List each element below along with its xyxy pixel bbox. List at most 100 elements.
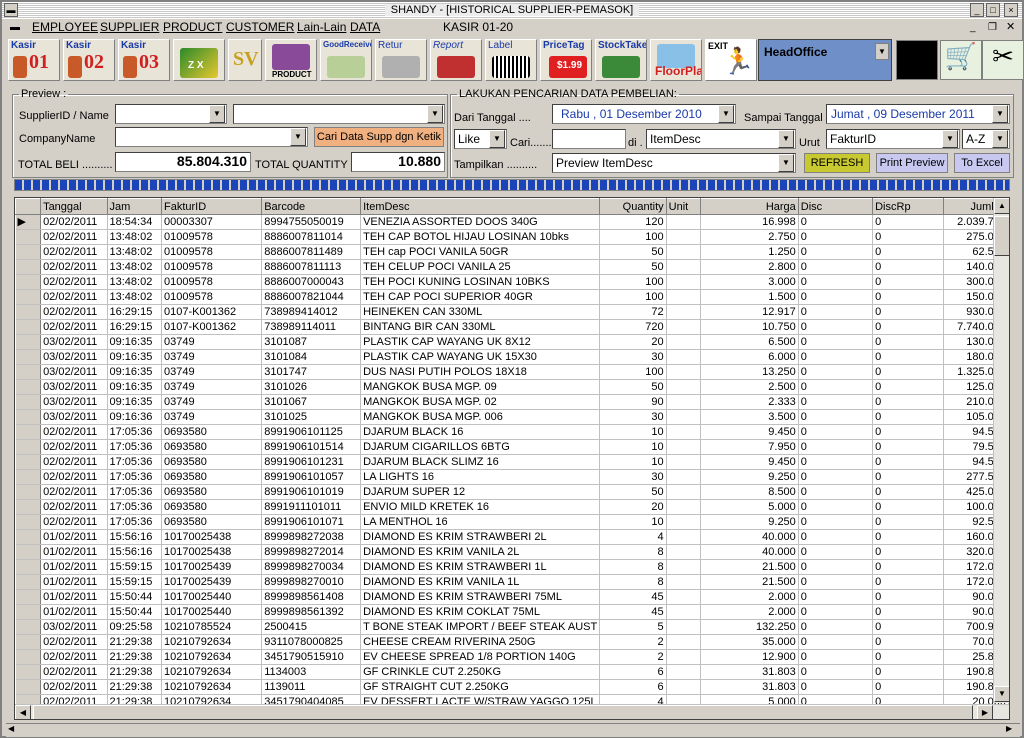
price-tag-button[interactable]: PriceTag $1.99 <box>540 39 592 81</box>
table-row[interactable]: 02/02/2011 16:29:15 0107-K001362 7389891140… <box>15 319 1009 335</box>
table-row[interactable]: 03/02/2011 09:16:35 03749 3101067 MANGKOK BU… <box>15 394 1009 410</box>
menu-lain-lain[interactable]: Lain-Lain <box>297 19 346 36</box>
scroll-right-icon[interactable]: ▶ <box>977 705 993 719</box>
sampai-tanggal-picker[interactable]: Jumat , 09 Desember 2011 <box>826 104 1010 124</box>
table-row[interactable]: 02/02/2011 13:48:02 01009578 8886007811014 T… <box>15 229 1009 245</box>
retur-button[interactable]: Retur <box>375 39 427 81</box>
row-indicator[interactable] <box>15 439 42 455</box>
chevron-down-icon[interactable]: ▼ <box>427 105 443 123</box>
chevron-down-icon[interactable]: ▼ <box>875 43 889 60</box>
mdi-restore-icon[interactable]: ❐ <box>988 19 997 36</box>
minimize-icon[interactable]: _ <box>970 3 984 17</box>
scroll-left-icon[interactable]: ◀ <box>8 724 14 733</box>
row-indicator[interactable] <box>15 514 42 530</box>
table-row[interactable]: 02/02/2011 13:48:02 01009578 8886007811113 T… <box>15 259 1009 275</box>
row-indicator[interactable] <box>15 544 42 560</box>
refresh-button[interactable]: REFRESH <box>804 153 870 173</box>
table-row[interactable]: 02/02/2011 21:29:38 10210792634 34517905159… <box>15 649 1009 665</box>
cart-add-icon[interactable]: 🛒 <box>940 40 982 80</box>
sort-field-select[interactable]: FakturID <box>826 129 960 149</box>
column-header-itemdesc[interactable]: ItemDesc <box>360 198 601 215</box>
good-received-button[interactable]: GoodReceived <box>320 39 372 81</box>
column-header-jam[interactable]: Jam <box>106 198 162 215</box>
row-indicator[interactable] <box>15 574 42 590</box>
scroll-thumb[interactable] <box>994 216 1009 256</box>
row-indicator[interactable] <box>15 454 42 470</box>
table-row[interactable]: 01/02/2011 15:50:44 10170025440 89998985613… <box>15 604 1009 620</box>
maximize-icon[interactable]: □ <box>986 3 1000 17</box>
chevron-down-icon[interactable]: ▼ <box>992 130 1008 148</box>
horizontal-scrollbar[interactable]: ◀ ▶ <box>15 704 1009 719</box>
row-indicator[interactable] <box>15 319 42 335</box>
tools-icon[interactable]: ✂ <box>982 40 1024 80</box>
row-indicator[interactable] <box>15 679 42 695</box>
table-row[interactable]: ▶ 02/02/2011 18:54:34 00003307 8994755050019… <box>15 214 1009 230</box>
cari-input[interactable] <box>552 129 626 149</box>
table-row[interactable]: 03/02/2011 09:16:36 03749 3101025 MANGKOK BU… <box>15 409 1009 425</box>
row-indicator[interactable] <box>15 334 42 350</box>
search-field-select[interactable]: ItemDesc <box>646 129 796 149</box>
floor-plan-button[interactable]: FloorPlan <box>650 39 702 81</box>
window-scrollbar[interactable]: ◀ ▶ <box>6 723 1020 737</box>
chevron-down-icon[interactable]: ▼ <box>290 128 306 146</box>
tampilkan-select[interactable]: Preview ItemDesc <box>552 153 796 173</box>
table-row[interactable]: 02/02/2011 17:05:36 0693580 8991906101125 DJ… <box>15 424 1009 440</box>
purchase-grid[interactable]: Tanggal Jam FakturID Barcode ItemDesc Quantit… <box>14 197 1010 720</box>
chevron-down-icon[interactable]: ▼ <box>942 130 958 148</box>
table-row[interactable]: 02/02/2011 17:05:36 0693580 8991906101057 LA… <box>15 469 1009 485</box>
scroll-right-icon[interactable]: ▶ <box>1006 724 1012 733</box>
branch-selector[interactable]: HeadOffice ▼ <box>758 39 892 81</box>
row-indicator[interactable] <box>15 274 42 290</box>
row-indicator[interactable] <box>15 484 42 500</box>
table-row[interactable]: 02/02/2011 17:05:36 0693580 8991911101011 EN… <box>15 499 1009 515</box>
row-indicator[interactable] <box>15 349 42 365</box>
row-indicator[interactable] <box>15 244 42 260</box>
scroll-up-icon[interactable]: ▲ <box>994 198 1009 214</box>
table-row[interactable]: 01/02/2011 15:59:15 10170025439 89998982700… <box>15 574 1009 590</box>
row-indicator[interactable] <box>15 259 42 275</box>
table-row[interactable]: 02/02/2011 17:05:36 0693580 8991906101071 LA… <box>15 514 1009 530</box>
table-row[interactable]: 02/02/2011 17:05:36 0693580 8991906101231 DJ… <box>15 454 1009 470</box>
column-header-barcode[interactable]: Barcode <box>261 198 362 215</box>
dari-tanggal-picker[interactable]: Rabu , 01 Desember 2010 <box>552 104 736 124</box>
row-indicator[interactable] <box>15 649 42 665</box>
table-row[interactable]: 02/02/2011 21:29:38 10210792634 93110780008… <box>15 634 1009 650</box>
table-row[interactable]: 02/02/2011 13:48:02 01009578 8886007821044 T… <box>15 289 1009 305</box>
row-indicator[interactable] <box>15 364 42 380</box>
product-button[interactable]: PRODUCT <box>265 39 317 81</box>
supplier-name-input[interactable] <box>233 104 445 124</box>
exit-button[interactable]: EXIT 🏃 <box>705 39 757 81</box>
menu-product[interactable]: PRODUCT <box>163 19 222 36</box>
column-header-disc[interactable]: Disc <box>797 198 874 215</box>
row-indicator[interactable] <box>15 469 42 485</box>
print-preview-button[interactable]: Print Preview <box>876 153 948 173</box>
chevron-down-icon[interactable]: ▼ <box>778 130 794 148</box>
row-indicator[interactable] <box>15 229 42 245</box>
table-row[interactable]: 03/02/2011 09:16:35 03749 3101087 PLASTIK CA… <box>15 334 1009 350</box>
close-icon[interactable]: × <box>1004 3 1018 17</box>
table-row[interactable]: 02/02/2011 13:48:02 01009578 8886007000043 T… <box>15 274 1009 290</box>
to-excel-button[interactable]: To Excel <box>954 153 1010 173</box>
column-header-harga[interactable]: Harga <box>699 198 799 215</box>
row-indicator[interactable] <box>15 529 42 545</box>
row-indicator[interactable]: ▶ <box>15 214 42 230</box>
kasir-03-button[interactable]: Kasir 03 <box>118 39 170 81</box>
chevron-down-icon[interactable]: ▼ <box>992 105 1008 123</box>
row-indicator[interactable] <box>15 379 42 395</box>
table-row[interactable]: 02/02/2011 16:29:15 0107-K001362 7389894140… <box>15 304 1009 320</box>
row-indicator[interactable] <box>15 634 42 650</box>
barcode-scanner-icon[interactable] <box>896 40 938 80</box>
menu-employee[interactable]: EMPLOYEE <box>32 19 98 36</box>
stock-take-button[interactable]: StockTake <box>595 39 647 81</box>
table-row[interactable]: 02/02/2011 21:29:38 10210792634 1139011 GF S… <box>15 679 1009 695</box>
row-indicator[interactable] <box>15 289 42 305</box>
hscroll-thumb[interactable] <box>33 705 973 719</box>
mdi-menu-icon[interactable]: ▬ <box>10 19 20 36</box>
system-menu-icon[interactable]: ▬ <box>4 3 18 17</box>
mdi-minimize-icon[interactable]: _ <box>970 19 976 36</box>
row-indicator[interactable] <box>15 409 42 425</box>
row-indicator[interactable] <box>15 589 42 605</box>
menu-kasir[interactable]: KASIR 01-20 <box>443 19 513 36</box>
report-button[interactable]: Report <box>430 39 482 81</box>
kasir-01-button[interactable]: Kasir 01 <box>8 39 60 81</box>
